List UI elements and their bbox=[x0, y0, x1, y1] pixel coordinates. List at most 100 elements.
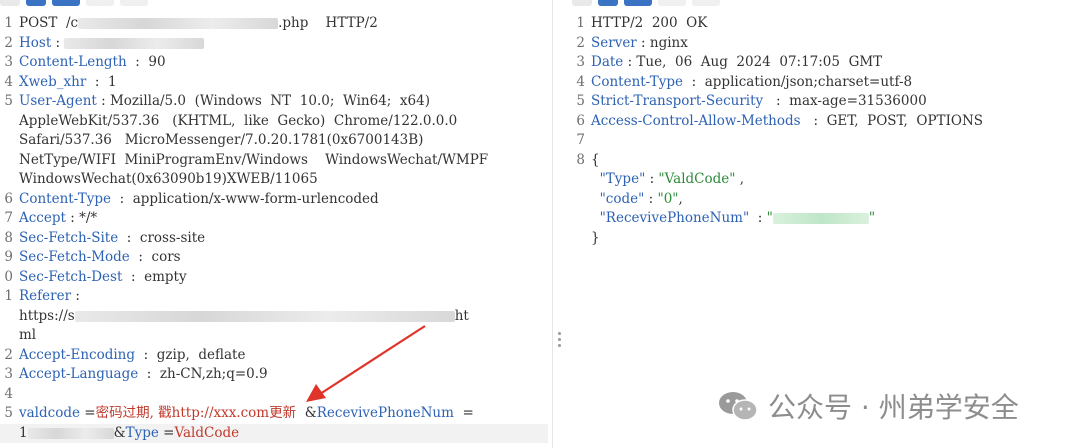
request-line[interactable]: 7 Accept : */* bbox=[0, 209, 548, 229]
token: : bbox=[71, 288, 80, 304]
response-line[interactable]: 2 Server : nginx bbox=[572, 34, 1080, 54]
response-line[interactable]: 4 Content-Type : application/json;charset… bbox=[572, 73, 1080, 93]
request-line[interactable]: Safari/537.36 MicroMessenger/7.0.20.1781… bbox=[0, 131, 548, 151]
token: : application/json;charset=utf-8 bbox=[683, 73, 913, 90]
token: : GET, POST, OPTIONS bbox=[800, 112, 984, 129]
response-line[interactable]: 1 HTTP/2 200 OK bbox=[572, 14, 1080, 34]
watermark: 公众号 · 州弟学安全 bbox=[718, 386, 1019, 426]
request-line[interactable]: 4 Xweb_xhr : 1 bbox=[0, 73, 548, 93]
response-line[interactable]: } bbox=[572, 229, 1080, 249]
token: } bbox=[591, 229, 600, 246]
line-number: 3 bbox=[576, 54, 585, 70]
token: : empty bbox=[122, 268, 187, 285]
response-line[interactable]: "code" : "0", bbox=[572, 190, 1080, 210]
request-line[interactable]: AppleWebKit/537.36 (KHTML, like Gecko) C… bbox=[0, 112, 548, 132]
token: "code" bbox=[599, 190, 645, 207]
response-line[interactable]: 6 Access-Control-Allow-Methods : GET, POS… bbox=[572, 112, 1080, 132]
line-content: Content-Length : 90 bbox=[19, 53, 548, 73]
newline-toggle-icon[interactable] bbox=[86, 0, 114, 6]
response-line[interactable]: "RecevivePhoneNum" : " " bbox=[572, 209, 1080, 229]
request-line[interactable]: 3 Content-Length : 90 bbox=[0, 53, 548, 73]
token: : bbox=[749, 210, 767, 226]
response-line[interactable]: 5 Strict-Transport-Security : max-age=315… bbox=[572, 92, 1080, 112]
line-number: 3 bbox=[4, 54, 13, 70]
request-line[interactable]: https://s ht bbox=[0, 307, 548, 327]
request-line[interactable]: 1 POST /c .php HTTP/2 bbox=[0, 14, 548, 34]
request-line[interactable]: 4 bbox=[0, 385, 548, 405]
response-line[interactable]: "Type" : "ValdCode" , bbox=[572, 170, 1080, 190]
line-content: valdcode =密码过期, 戳http://xxx.com更新 &Recev… bbox=[19, 404, 548, 424]
token: POST /c bbox=[19, 15, 79, 31]
redacted-text bbox=[74, 310, 455, 322]
drag-handle-icon[interactable] bbox=[558, 332, 561, 347]
line-number: 9 bbox=[4, 249, 13, 265]
response-editor[interactable]: 1 HTTP/2 200 OK 2 Server : nginx 3 Date : Tue… bbox=[572, 14, 1080, 248]
request-line[interactable]: 5 valdcode =密码过期, 戳http://xxx.com更新 &Rece… bbox=[0, 404, 548, 424]
token: Content-Length bbox=[19, 54, 127, 70]
line-content: Access-Control-Allow-Methods : GET, POST… bbox=[591, 112, 1080, 132]
response-wrap-toggle-icon[interactable] bbox=[624, 0, 652, 6]
request-tab-active[interactable] bbox=[26, 0, 46, 6]
pane-divider[interactable] bbox=[552, 0, 571, 448]
response-newline-toggle-icon[interactable] bbox=[658, 0, 686, 6]
request-line[interactable]: 0 Sec-Fetch-Dest : empty bbox=[0, 268, 548, 288]
token: : cross-site bbox=[118, 229, 206, 246]
token: , bbox=[735, 171, 745, 187]
line-content: Accept-Language : zh-CN,zh;q=0.9 bbox=[19, 365, 548, 385]
token: : gzip, deflate bbox=[135, 346, 246, 363]
token: Xweb_xhr bbox=[19, 73, 87, 90]
token: : bbox=[51, 34, 65, 51]
request-line[interactable]: 8 Sec-Fetch-Site : cross-site bbox=[0, 229, 548, 249]
line-number: 2 bbox=[4, 34, 13, 51]
token: : application/x-www-form-urlencoded bbox=[111, 190, 379, 207]
request-line[interactable]: 5 User-Agent : Mozilla/5.0 (Windows NT 10… bbox=[0, 92, 548, 112]
response-line[interactable]: 7 bbox=[572, 131, 1080, 151]
line-content: "Type" : "ValdCode" , bbox=[591, 170, 1080, 190]
token: : cors bbox=[129, 249, 181, 265]
line-content: Sec-Fetch-Dest : empty bbox=[19, 268, 548, 288]
token: Type bbox=[125, 424, 159, 441]
response-line[interactable]: 8{ bbox=[572, 151, 1080, 171]
request-line[interactable]: 1 Referer : bbox=[0, 287, 548, 307]
token: ValdCode bbox=[174, 424, 240, 441]
wrap-toggle-icon[interactable] bbox=[52, 0, 80, 6]
line-content: Sec-Fetch-Site : cross-site bbox=[19, 229, 548, 249]
response-line[interactable]: 3 Date : Tue, 06 Aug 2024 07:17:05 GMT bbox=[572, 53, 1080, 73]
line-number: 1 bbox=[4, 288, 13, 304]
request-line[interactable]: 2 Host : bbox=[0, 34, 548, 54]
redacted-text bbox=[27, 427, 114, 439]
redacted-text bbox=[78, 18, 279, 29]
line-content: { bbox=[591, 151, 1080, 171]
request-pane[interactable]: 1 POST /c .php HTTP/2 2 Host : 3 Content-Leng… bbox=[0, 0, 548, 448]
line-content: Accept : */* bbox=[19, 209, 548, 229]
request-line[interactable]: 9 Sec-Fetch-Mode : cors bbox=[0, 248, 548, 268]
token: : zh-CN,zh;q=0.9 bbox=[138, 366, 268, 382]
response-tab-active[interactable] bbox=[598, 0, 618, 6]
request-line[interactable]: WindowsWechat(0x63090b19)XWEB/11065 bbox=[0, 170, 548, 190]
response-tab-inactive[interactable] bbox=[572, 0, 592, 6]
token: valdcode bbox=[19, 405, 80, 421]
line-content: "RecevivePhoneNum" : " " bbox=[591, 209, 1080, 229]
wechat-logo-icon bbox=[719, 392, 758, 421]
line-number: 6 bbox=[576, 112, 585, 129]
request-line[interactable]: 3 Accept-Language : zh-CN,zh;q=0.9 bbox=[0, 365, 548, 385]
request-tab-inactive[interactable] bbox=[0, 0, 20, 6]
token: AppleWebKit/537.36 (KHTML, like Gecko) C… bbox=[19, 112, 458, 129]
response-toolbar bbox=[572, 0, 720, 6]
request-line[interactable]: 1 &Type =ValdCode bbox=[0, 423, 548, 443]
response-pane[interactable]: 1 HTTP/2 200 OK 2 Server : nginx 3 Date : Tue… bbox=[572, 0, 1080, 448]
request-line[interactable]: NetType/WIFI MiniProgramEnv/Windows Wind… bbox=[0, 151, 548, 171]
request-line[interactable]: 6 Content-Type : application/x-www-form-u… bbox=[0, 190, 548, 210]
menu-icon[interactable] bbox=[120, 0, 148, 6]
request-line[interactable]: ml bbox=[0, 326, 548, 346]
token: : bbox=[644, 190, 658, 207]
request-editor[interactable]: 1 POST /c .php HTTP/2 2 Host : 3 Content-Leng… bbox=[0, 14, 548, 443]
token: Referer bbox=[19, 288, 72, 304]
line-number: 7 bbox=[576, 132, 585, 148]
token: Safari/537.36 MicroMessenger/7.0.20.1781… bbox=[19, 132, 424, 148]
request-line[interactable]: 2 Accept-Encoding : gzip, deflate bbox=[0, 346, 548, 366]
line-number: 7 bbox=[4, 210, 13, 226]
token: " bbox=[868, 210, 876, 226]
response-menu-icon[interactable] bbox=[692, 0, 720, 6]
line-content: Sec-Fetch-Mode : cors bbox=[19, 248, 548, 268]
